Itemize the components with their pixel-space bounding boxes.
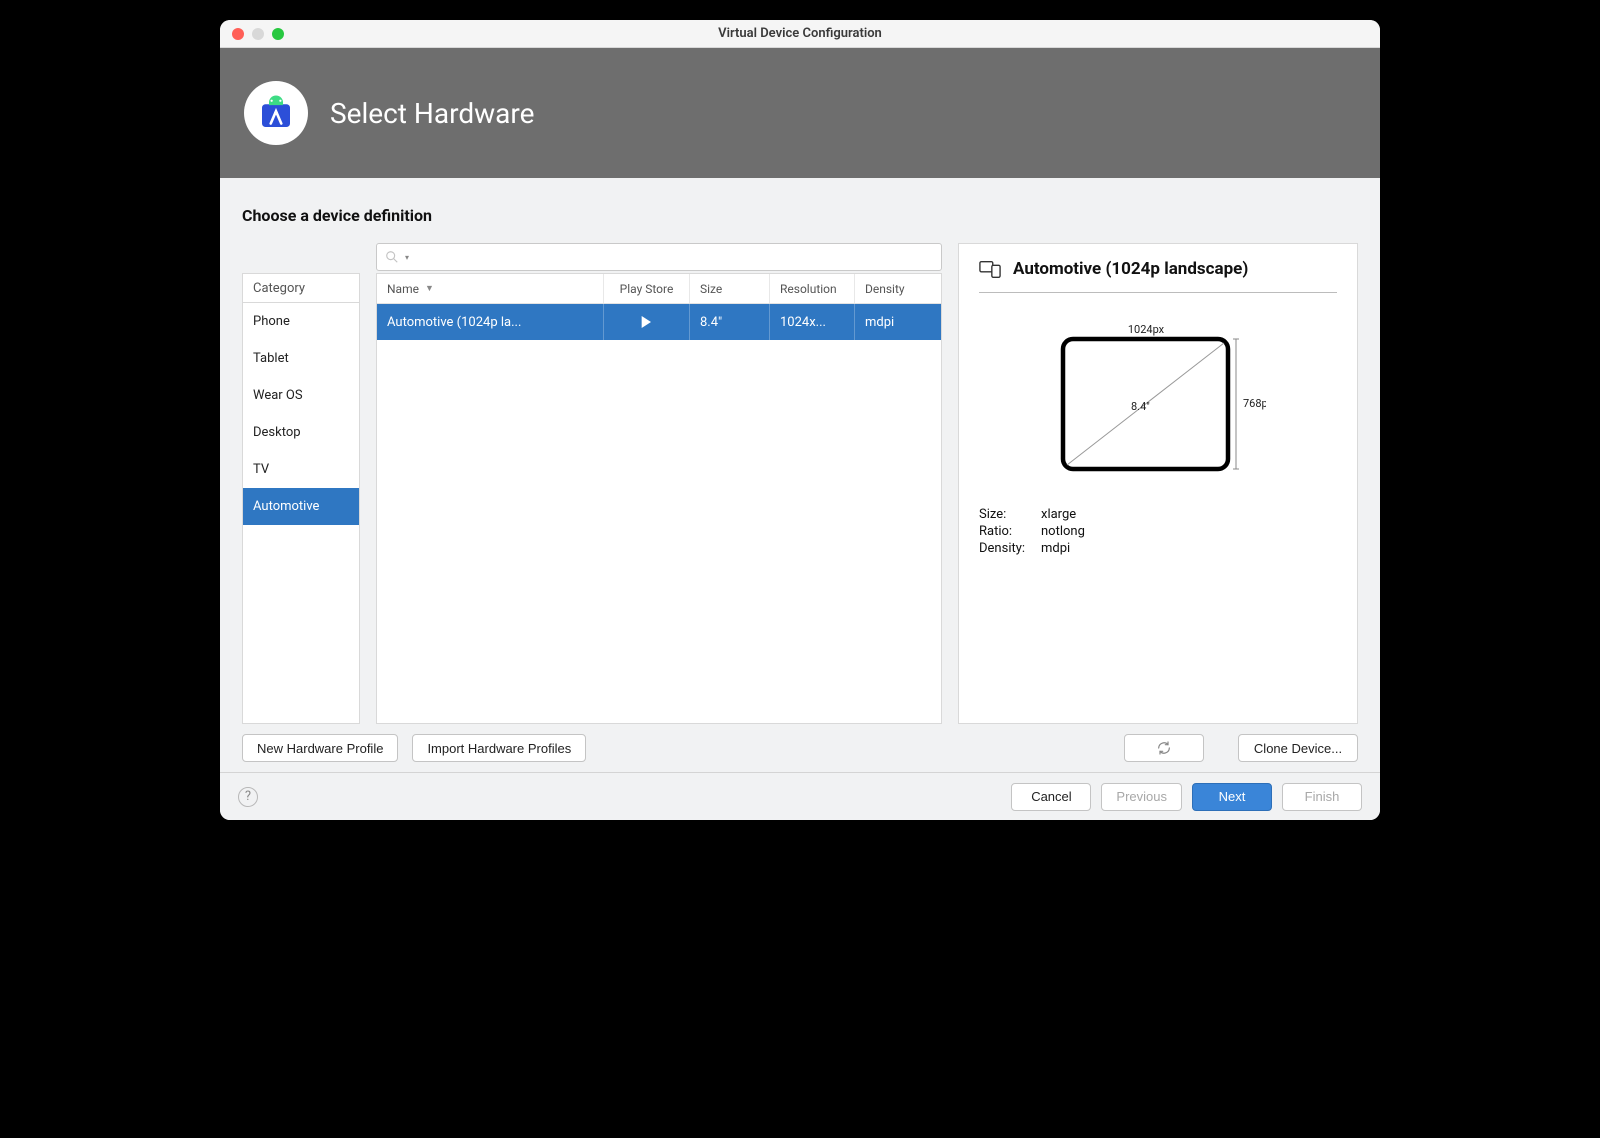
detail-header: Automotive (1024p landscape) xyxy=(979,258,1337,293)
category-column: Category Phone Tablet Wear OS Desktop TV… xyxy=(242,243,360,724)
search-input[interactable] xyxy=(415,250,933,264)
diagram-diagonal-label: 8.4" xyxy=(1131,400,1150,413)
titlebar: Virtual Device Configuration xyxy=(220,20,1380,48)
device-diagram: 1024px 8.4" 768px xyxy=(979,321,1337,491)
diagram-height-label: 768px xyxy=(1243,397,1266,410)
cell-density: mdpi xyxy=(855,304,941,340)
table-row[interactable]: Automotive (1024p la... 8.4" 1024x... md… xyxy=(377,304,941,340)
device-table-column: ▾ Name ▼ Play Store Size Resolution Dens… xyxy=(376,243,942,724)
table-header-row: Name ▼ Play Store Size Resolution Densit… xyxy=(377,274,941,304)
wizard-header: Select Hardware xyxy=(220,48,1380,178)
play-store-icon xyxy=(639,314,655,330)
action-row: New Hardware Profile Import Hardware Pro… xyxy=(242,734,1358,762)
cell-resolution: 1024x... xyxy=(770,304,855,340)
refresh-icon xyxy=(1156,740,1172,756)
spec-size-label: Size: xyxy=(979,507,1041,522)
cell-playstore xyxy=(604,304,690,340)
cell-size: 8.4" xyxy=(690,304,770,340)
window-title: Virtual Device Configuration xyxy=(220,26,1380,41)
category-item-automotive[interactable]: Automotive xyxy=(243,488,359,525)
detail-panel: Automotive (1024p landscape) 1024px 8.4"… xyxy=(958,243,1358,724)
column-header-density[interactable]: Density xyxy=(855,274,941,303)
sort-indicator-icon: ▼ xyxy=(425,283,434,294)
search-icon xyxy=(385,250,399,264)
spec-density-value: mdpi xyxy=(1041,541,1070,556)
cancel-button[interactable]: Cancel xyxy=(1011,783,1091,811)
devices-icon xyxy=(979,258,1001,280)
diagram-width-label: 1024px xyxy=(1127,323,1164,336)
clone-device-button[interactable]: Clone Device... xyxy=(1238,734,1358,762)
column-header-size[interactable]: Size xyxy=(690,274,770,303)
spec-ratio-label: Ratio: xyxy=(979,524,1041,539)
dialog-window: Virtual Device Configuration Select Hard… xyxy=(220,20,1380,820)
category-item-tablet[interactable]: Tablet xyxy=(243,340,359,377)
help-button[interactable]: ? xyxy=(238,787,258,807)
category-item-wearos[interactable]: Wear OS xyxy=(243,377,359,414)
next-button[interactable]: Next xyxy=(1192,783,1272,811)
spec-density-label: Density: xyxy=(979,541,1041,556)
device-table: Name ▼ Play Store Size Resolution Densit… xyxy=(376,273,942,724)
category-item-phone[interactable]: Phone xyxy=(243,303,359,340)
category-item-desktop[interactable]: Desktop xyxy=(243,414,359,451)
spec-ratio-value: notlong xyxy=(1041,524,1085,539)
column-header-name[interactable]: Name ▼ xyxy=(377,274,604,303)
detail-specs: Size: xlarge Ratio: notlong Density: mdp… xyxy=(979,507,1337,558)
category-item-tv[interactable]: TV xyxy=(243,451,359,488)
category-list: Phone Tablet Wear OS Desktop TV Automoti… xyxy=(242,303,360,724)
wizard-title: Select Hardware xyxy=(330,97,534,130)
refresh-button[interactable] xyxy=(1124,734,1204,762)
detail-title: Automotive (1024p landscape) xyxy=(1013,259,1248,279)
previous-button[interactable]: Previous xyxy=(1101,783,1182,811)
column-header-playstore[interactable]: Play Store xyxy=(604,274,690,303)
category-header: Category xyxy=(242,273,360,303)
dropdown-arrow-icon[interactable]: ▾ xyxy=(405,253,409,262)
spec-size-value: xlarge xyxy=(1041,507,1076,522)
content-area: Choose a device definition Category Phon… xyxy=(220,178,1380,772)
new-hardware-profile-button[interactable]: New Hardware Profile xyxy=(242,734,398,762)
cell-name: Automotive (1024p la... xyxy=(377,304,604,340)
import-hardware-profiles-button[interactable]: Import Hardware Profiles xyxy=(412,734,586,762)
android-studio-icon xyxy=(244,81,308,145)
dialog-footer: ? Cancel Previous Next Finish xyxy=(220,772,1380,820)
finish-button[interactable]: Finish xyxy=(1282,783,1362,811)
search-box[interactable]: ▾ xyxy=(376,243,942,271)
column-header-resolution[interactable]: Resolution xyxy=(770,274,855,303)
section-title: Choose a device definition xyxy=(242,206,1358,225)
